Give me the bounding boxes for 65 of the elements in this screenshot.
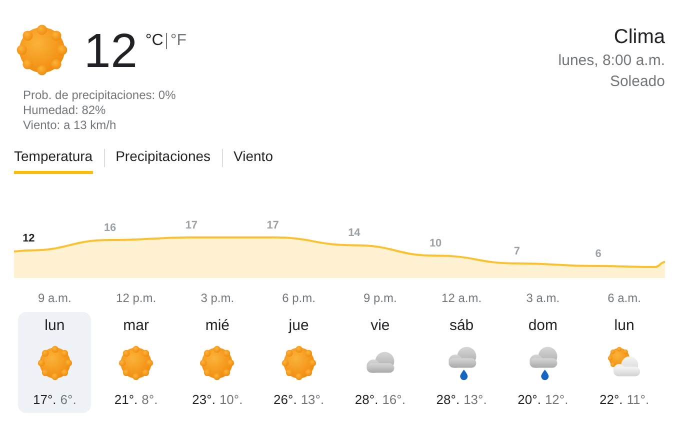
low-temperature: 13°. [300,392,324,407]
high-temperature: 22°. [600,392,623,407]
temperature-label: 17 [266,219,279,232]
day-forecast[interactable]: sáb 28°. 13°. [424,312,498,413]
day-forecast[interactable]: lun 22°. 11°. [588,312,661,413]
day-forecast[interactable]: lun 17°. 6°. [18,312,92,413]
tab[interactable]: Temperatura [14,145,93,174]
hour-label: 3 a.m. [526,291,560,305]
weather-detail: Prob. de precipitaciones: 0% [23,88,177,103]
temperature-label: 6 [595,248,602,260]
low-temperature: 13°. [464,392,487,407]
condition-text: Soleado [608,72,665,92]
low-temperature: 6°. [60,392,76,407]
tab[interactable]: Precipitaciones [116,145,211,174]
day-forecast[interactable]: mié 23°. 10°. [180,312,254,413]
high-temperature: 28°. [354,392,378,407]
day-forecast[interactable]: dom 20°. 12°. [506,312,580,413]
hour-label: 12 p.m. [116,291,156,305]
hour-label: 9 a.m. [38,291,72,305]
hour-label: 6 p.m. [282,291,316,305]
low-temperature: 12°. [544,392,568,407]
sun-icon [36,344,74,382]
high-temperature: 20°. [518,392,541,407]
day-name: jue [288,316,309,336]
low-temperature: 10°. [219,392,243,407]
day-name: lun [44,316,65,336]
day-name: mar [123,316,149,336]
sun-icon [280,344,318,382]
high-temperature: 17°. [33,392,56,407]
tab[interactable]: Viento [234,145,273,174]
day-forecast[interactable]: jue 26°. 13°. [262,312,336,413]
widget-title: Clima [612,25,665,50]
high-temperature: 21°. [114,392,138,407]
sun-icon [117,344,156,382]
high-temperature: 23°. [192,392,216,407]
temperature-label: 7 [514,245,520,258]
day-forecast[interactable]: mar 21°. 8°. [99,312,173,413]
hour-label: 12 a.m. [442,291,482,305]
unit-toggle[interactable]: °F [170,32,187,50]
day-name: sáb [449,316,474,336]
sun-icon [198,344,236,382]
weather-detail: Viento: a 13 km/h [23,118,118,133]
high-temperature: 28°. [436,392,460,407]
day-name: mié [205,316,230,336]
date-time: lunes, 8:00 a.m. [558,51,665,71]
low-temperature: 11°. [626,392,650,407]
sun-icon [14,22,70,78]
hour-label: 3 p.m. [200,291,234,305]
low-temperature: 16°. [382,392,406,407]
temperature-label: 10 [429,238,442,250]
day-name: vie [370,316,390,336]
day-forecast[interactable]: vie 28°. 16°. [344,312,417,413]
hour-label: 6 a.m. [608,291,641,305]
temperature-label: 14 [348,227,360,240]
temperature-label: 12 [22,232,35,244]
temperature-label: 17 [185,219,198,232]
temperature-label: 16 [104,222,116,234]
high-temperature: 26°. [274,392,297,407]
hour-label: 9 p.m. [364,291,397,305]
day-name: lun [614,316,634,336]
day-name: dom [528,316,558,336]
unit-toggle[interactable]: °C [145,32,164,50]
low-temperature: 8°. [142,392,158,407]
current-temperature: 12 [84,24,138,80]
weather-detail: Humedad: 82% [23,103,107,118]
